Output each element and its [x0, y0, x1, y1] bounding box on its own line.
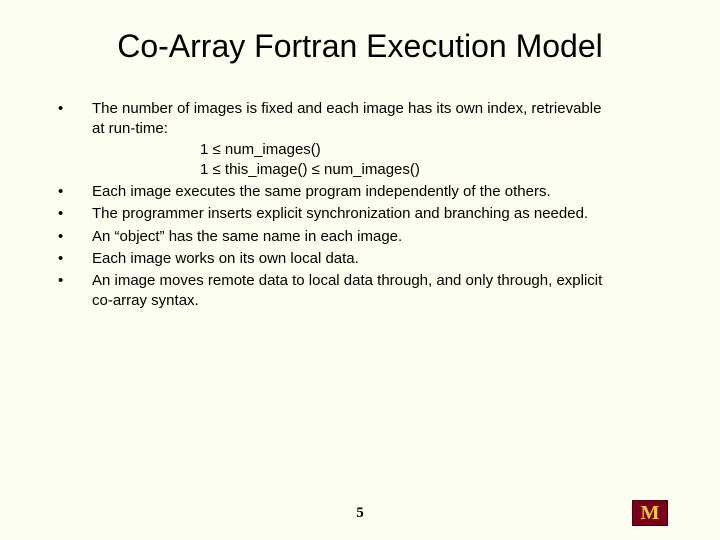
bullet-text: Each image executes the same program ind…: [92, 183, 551, 200]
bullet-subline: 1 ≤ this_image() ≤ num_images(): [200, 160, 672, 180]
bullet-subline: 1 ≤ num_images(): [200, 140, 672, 160]
bullet-text: Each image works on its own local data.: [92, 250, 359, 267]
bullet-item: An image moves remote data to local data…: [52, 271, 672, 312]
slide: Co-Array Fortran Execution Model The num…: [0, 0, 720, 540]
bullet-list: The number of images is fixed and each i…: [48, 99, 672, 312]
bullet-text: at run-time:: [92, 120, 168, 137]
bullet-item: The number of images is fixed and each i…: [52, 99, 672, 180]
page-number: 5: [0, 505, 720, 522]
slide-title: Co-Array Fortran Execution Model: [48, 28, 672, 65]
logo-letter: M: [632, 500, 668, 526]
bullet-item: Each image works on its own local data.: [52, 249, 672, 269]
university-logo: M: [632, 500, 668, 526]
bullet-text: The programmer inserts explicit synchron…: [92, 205, 588, 222]
bullet-item: The programmer inserts explicit synchron…: [52, 204, 672, 224]
bullet-item: Each image executes the same program ind…: [52, 182, 672, 202]
bullet-item: An “object” has the same name in each im…: [52, 227, 672, 247]
bullet-text: co-array syntax.: [92, 292, 199, 309]
bullet-text: An “object” has the same name in each im…: [92, 228, 402, 245]
bullet-text: The number of images is fixed and each i…: [92, 100, 601, 117]
bullet-text: An image moves remote data to local data…: [92, 272, 602, 289]
